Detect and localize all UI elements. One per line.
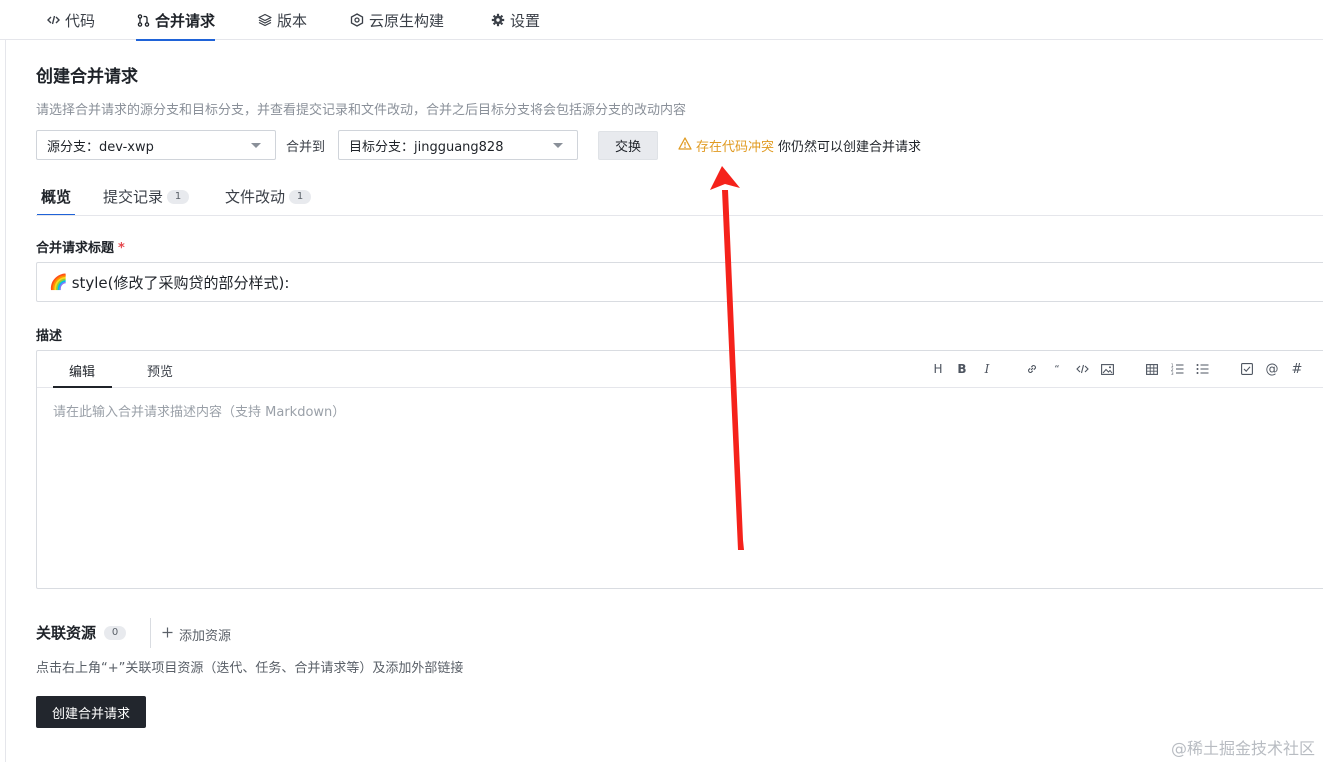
source-branch-value: 源分支：dev-xwp xyxy=(47,139,154,155)
rainbow-icon: 🌈 xyxy=(49,273,68,291)
resources-divider xyxy=(150,618,151,648)
heading-icon[interactable]: H xyxy=(931,362,945,376)
nav-item-label: 合并请求 xyxy=(155,11,216,30)
editor-toolbar: 编辑 预览 H B I “ 123 @ # xyxy=(37,351,1323,388)
title-label-text: 合并请求标题 xyxy=(36,241,115,256)
tab-overview[interactable]: 概览 xyxy=(36,186,76,216)
plus-icon xyxy=(162,627,173,642)
target-branch-value: 目标分支：jingguang828 xyxy=(349,139,504,155)
editor-tab-indicator xyxy=(53,386,112,388)
nav-item-merge-request[interactable]: 合并请求 xyxy=(136,0,216,41)
add-resource-button[interactable]: 添加资源 xyxy=(162,625,231,644)
table-icon[interactable] xyxy=(1145,362,1159,376)
quote-icon[interactable]: “ xyxy=(1050,362,1064,376)
task-list-icon[interactable] xyxy=(1240,362,1254,376)
add-resource-label: 添加资源 xyxy=(179,629,232,644)
count-badge: 1 xyxy=(167,190,190,204)
nav-item-label: 云原生构建 xyxy=(369,11,445,30)
create-merge-request-button[interactable]: 创建合并请求 xyxy=(36,696,146,728)
chevron-down-icon xyxy=(553,143,563,148)
tab-commits[interactable]: 提交记录 1 xyxy=(103,186,190,216)
target-branch-select[interactable]: 目标分支：jingguang828 xyxy=(338,130,578,160)
conflict-notice: 存在代码冲突 你仍然可以创建合并请求 xyxy=(678,136,921,155)
chevron-down-icon xyxy=(251,143,261,148)
page-description: 请选择合并请求的源分支和目标分支，并查看提交记录和文件改动，合并之后目标分支将会… xyxy=(36,103,687,118)
title-input[interactable]: 🌈 style(修改了采购贷的部分样式): xyxy=(36,262,1323,302)
resources-description: 点击右上角“+”关联项目资源（迭代、任务、合并请求等）及添加外部链接 xyxy=(36,661,464,676)
editor-tab-preview[interactable]: 预览 xyxy=(147,361,173,380)
related-resources-title: 关联资源 0 xyxy=(36,622,127,643)
title-input-value: style(修改了采购贷的部分样式): xyxy=(71,273,290,292)
image-icon[interactable] xyxy=(1100,362,1114,376)
required-mark: * xyxy=(118,241,125,256)
resources-title-text: 关联资源 xyxy=(36,624,97,642)
tab-label: 文件改动 xyxy=(225,188,286,206)
ordered-list-icon[interactable]: 123 xyxy=(1170,362,1184,376)
annotation-arrow-head xyxy=(710,166,740,190)
nav-item-label: 代码 xyxy=(65,11,96,30)
description-editor: 编辑 预览 H B I “ 123 @ # 请在此输入合并请求描述内容（支持 M… xyxy=(36,350,1323,589)
nav-item-code[interactable]: 代码 xyxy=(46,0,95,40)
top-nav: 代码 合并请求 版本 云原生构建 设置 xyxy=(0,0,1323,41)
bullet-list-icon[interactable] xyxy=(1195,362,1209,376)
svg-text:3: 3 xyxy=(1171,371,1174,375)
code-icon xyxy=(46,13,60,27)
build-icon xyxy=(350,13,364,27)
page-left-border xyxy=(5,0,6,762)
tab-label: 概览 xyxy=(41,188,72,206)
nav-item-label: 版本 xyxy=(277,11,308,30)
tab-file-changes[interactable]: 文件改动 1 xyxy=(225,186,312,216)
code-icon[interactable] xyxy=(1075,362,1089,376)
title-field-label: 合并请求标题 * xyxy=(36,237,125,256)
nav-item-label: 设置 xyxy=(510,11,541,30)
merge-to-label: 合并到 xyxy=(286,140,326,155)
watermark: @稀土掘金技术社区 xyxy=(1170,739,1315,758)
tabs-divider xyxy=(36,215,1323,216)
layers-icon xyxy=(258,13,272,27)
count-badge: 1 xyxy=(289,190,312,204)
hashtag-icon[interactable]: # xyxy=(1290,362,1304,377)
swap-branches-button[interactable]: 交换 xyxy=(598,131,658,160)
italic-icon[interactable]: I xyxy=(980,362,994,376)
warning-icon xyxy=(678,137,692,154)
resources-count-badge: 0 xyxy=(104,625,127,640)
editor-tab-edit[interactable]: 编辑 xyxy=(69,361,95,380)
source-branch-select[interactable]: 源分支：dev-xwp xyxy=(36,130,276,160)
link-icon[interactable] xyxy=(1025,362,1039,376)
nav-item-cloud-build[interactable]: 云原生构建 xyxy=(350,0,444,40)
nav-item-settings[interactable]: 设置 xyxy=(491,0,540,40)
merge-request-icon xyxy=(136,13,150,27)
bold-icon[interactable]: B xyxy=(955,362,969,376)
page-title: 创建合并请求 xyxy=(36,67,138,87)
description-placeholder[interactable]: 请在此输入合并请求描述内容（支持 Markdown） xyxy=(53,401,345,420)
tab-label: 提交记录 xyxy=(103,188,164,206)
mention-icon[interactable]: @ xyxy=(1265,362,1279,377)
nav-item-versions[interactable]: 版本 xyxy=(258,0,307,40)
conflict-note-text: 你仍然可以创建合并请求 xyxy=(778,140,922,155)
conflict-warning-text: 存在代码冲突 xyxy=(696,140,775,155)
description-field-label: 描述 xyxy=(36,329,63,344)
gear-icon xyxy=(491,13,505,27)
